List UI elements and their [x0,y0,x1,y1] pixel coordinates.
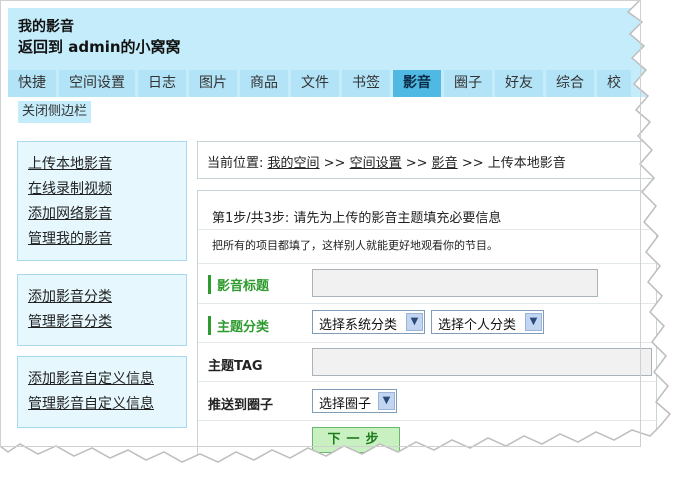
sidebar-item-upload-local[interactable]: 上传本地影音 [28,152,176,177]
chevron-down-icon: ▼ [378,392,395,410]
tab-bookmarks[interactable]: 书签 [342,70,390,97]
page: 我的影音 返回到 admin的小窝窝 快捷 空间设置 日志 图片 商品 文件 书… [0,0,699,480]
tab-shortcuts[interactable]: 快捷 [8,70,56,97]
step-indicator: 第1步/共3步: 请先为上传的影音主题填充必要信息 [212,211,502,226]
media-title-label: 影音标题 [208,275,269,294]
page-title: 我的影音 [18,19,74,35]
personal-category-select[interactable]: 选择个人分类 ▼ [431,310,544,334]
tab-photos[interactable]: 图片 [189,70,237,97]
upload-form: 第1步/共3步: 请先为上传的影音主题填充必要信息 把所有的项目都填了，这样别人… [197,190,658,470]
breadcrumb-my-space[interactable]: 我的空间 [268,156,320,171]
tab-space-settings[interactable]: 空间设置 [59,70,135,97]
tab-blog[interactable]: 日志 [138,70,186,97]
breadcrumb: 当前位置: 我的空间 >> 空间设置 >> 影音 >> 上传本地影音 [197,141,657,179]
divider [198,303,658,304]
divider [198,381,658,382]
main-tabs: 快捷 空间设置 日志 图片 商品 文件 书签 影音 圈子 好友 综合 校 [8,70,648,97]
system-category-select[interactable]: 选择系统分类 ▼ [312,310,425,334]
tag-input[interactable] [312,348,652,376]
circle-select[interactable]: 选择圈子 ▼ [312,389,397,413]
circle-select-value: 选择圈子 [319,397,372,412]
breadcrumb-media[interactable]: 影音 [432,156,458,171]
tab-circles[interactable]: 圈子 [444,70,492,97]
close-sidebar-button[interactable]: 关闭侧边栏 [18,101,92,123]
app-header: 我的影音 返回到 admin的小窝窝 [8,8,648,70]
tag-label: 主题TAG [208,359,263,374]
breadcrumb-separator: >> [319,156,350,171]
tab-general[interactable]: 综合 [546,70,594,97]
tab-friends[interactable]: 好友 [495,70,543,97]
personal-category-value: 选择个人分类 [438,318,517,333]
sidebar-item-manage-category[interactable]: 管理影音分类 [28,310,176,335]
breadcrumb-current: 上传本地影音 [487,156,566,171]
system-category-value: 选择系统分类 [319,318,398,333]
sidebar-item-add-category[interactable]: 添加影音分类 [28,285,176,310]
push-circle-label: 推送到圈子 [208,398,274,413]
sidebar-item-manage-media[interactable]: 管理我的影音 [28,227,176,252]
sidebar-item-add-custom-info[interactable]: 添加影音自定义信息 [28,367,176,392]
form-hint: 把所有的项目都填了，这样别人就能更好地观看你的节目。 [212,239,498,252]
divider [198,263,658,264]
sidebar-item-record-online[interactable]: 在线录制视频 [28,177,176,202]
chevron-down-icon: ▼ [406,313,423,331]
back-home-link[interactable]: 返回到 admin的小窝窝 [18,36,181,57]
sidebar-custom-info-links: 添加影音自定义信息 管理影音自定义信息 [17,356,187,428]
breadcrumb-prefix: 当前位置: [207,156,268,171]
next-step-button[interactable]: 下一步 [312,427,400,453]
tab-files[interactable]: 文件 [291,70,339,97]
sidebar-category-links: 添加影音分类 管理影音分类 [17,274,187,346]
tab-school[interactable]: 校 [597,70,631,97]
sidebar-item-add-network[interactable]: 添加网络影音 [28,202,176,227]
chevron-down-icon: ▼ [525,313,542,331]
tab-products[interactable]: 商品 [240,70,288,97]
breadcrumb-separator: >> [457,156,488,171]
media-title-input[interactable] [312,269,598,297]
sidebar-media-links: 上传本地影音 在线录制视频 添加网络影音 管理我的影音 [17,141,187,261]
breadcrumb-space-settings[interactable]: 空间设置 [350,156,402,171]
sidebar-item-manage-custom-info[interactable]: 管理影音自定义信息 [28,392,176,417]
divider [198,229,658,230]
divider [198,342,658,343]
divider [198,420,658,421]
category-label: 主题分类 [208,316,269,335]
tab-media[interactable]: 影音 [393,70,441,97]
breadcrumb-separator: >> [401,156,432,171]
